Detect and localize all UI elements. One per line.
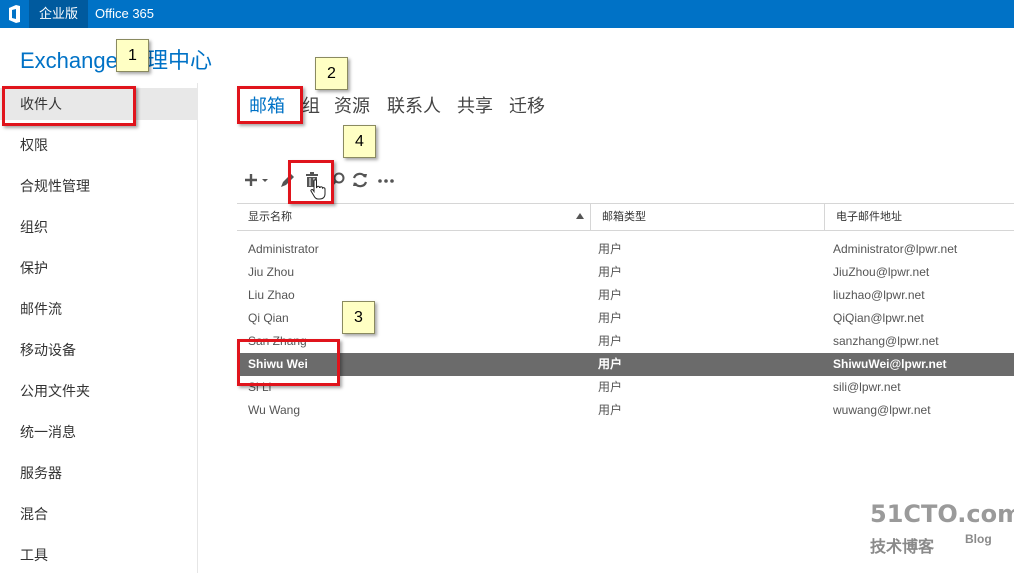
callout-step-2: 2 xyxy=(315,57,348,90)
sidebar-item-organization[interactable]: 组织 xyxy=(0,211,198,243)
top-bar: 企业版 Office 365 xyxy=(0,0,1014,28)
cell-mailbox-type: 用户 xyxy=(598,403,623,417)
table-row[interactable]: Si Li 用户 sili@lpwr.net xyxy=(237,376,1014,399)
column-header-label: 显示名称 xyxy=(248,211,292,223)
highlight-mailbox-tab xyxy=(237,86,303,124)
cell-mailbox-type: 用户 xyxy=(598,288,623,302)
watermark-sub: 技术博客 xyxy=(870,539,935,556)
tab-resources[interactable]: 资源 xyxy=(334,92,370,118)
cell-mailbox-type: 用户 xyxy=(598,242,623,256)
cell-display-name: Jiu Zhou xyxy=(248,265,295,279)
office-logo-icon[interactable] xyxy=(8,5,21,23)
sidebar-item-tools[interactable]: 工具 xyxy=(0,539,198,571)
watermark-blog: Blog xyxy=(965,532,992,546)
table-header: 显示名称 邮箱类型 电子邮件地址 xyxy=(237,203,1014,231)
cell-email: JiuZhou@lpwr.net xyxy=(833,265,930,279)
highlight-recipients xyxy=(2,86,136,126)
callout-step-1: 1 xyxy=(116,39,149,72)
sidebar-item-compliance[interactable]: 合规性管理 xyxy=(0,170,198,202)
cell-email: QiQian@lpwr.net xyxy=(833,311,924,325)
highlight-delete-button xyxy=(288,160,334,204)
sidebar-item-permissions[interactable]: 权限 xyxy=(0,129,198,161)
sort-ascending-icon xyxy=(576,213,584,219)
cell-email: wuwang@lpwr.net xyxy=(833,403,931,417)
column-header-mailbox-type[interactable]: 邮箱类型 xyxy=(591,204,825,230)
exchange-admin-center: 企业版 Office 365 Exchange 管理中心 收件人 权限 合规性管… xyxy=(0,0,1014,573)
cell-email: sanzhang@lpwr.net xyxy=(833,334,939,348)
tab-sharing[interactable]: 共享 xyxy=(457,92,493,118)
refresh-icon[interactable] xyxy=(350,168,370,192)
cell-display-name: Qi Qian xyxy=(248,311,289,325)
sidebar-item-protection[interactable]: 保护 xyxy=(0,252,198,284)
watermark-main: 51CTO.com xyxy=(870,500,1014,528)
tab-migration[interactable]: 迁移 xyxy=(509,92,545,118)
cell-mailbox-type: 用户 xyxy=(598,380,623,394)
cell-email: Administrator@lpwr.net xyxy=(833,242,958,256)
sidebar-item-public-folders[interactable]: 公用文件夹 xyxy=(0,375,198,407)
sidebar-item-mail-flow[interactable]: 邮件流 xyxy=(0,293,198,325)
cell-mailbox-type: 用户 xyxy=(598,357,623,371)
cell-display-name: Administrator xyxy=(248,242,319,256)
cell-mailbox-type: 用户 xyxy=(598,311,623,325)
sidebar-item-servers[interactable]: 服务器 xyxy=(0,457,198,489)
cell-mailbox-type: 用户 xyxy=(598,334,623,348)
column-header-email[interactable]: 电子邮件地址 xyxy=(825,204,1014,230)
cell-email: ShiwuWei@lpwr.net xyxy=(833,357,947,371)
sidebar-item-mobile[interactable]: 移动设备 xyxy=(0,334,198,366)
table-row[interactable]: Administrator 用户 Administrator@lpwr.net xyxy=(237,238,1014,261)
tab-groups[interactable]: 组 xyxy=(302,92,320,118)
cell-display-name: Liu Zhao xyxy=(248,288,295,302)
more-icon[interactable] xyxy=(376,168,396,192)
callout-step-4: 4 xyxy=(343,125,376,158)
table-row-selected[interactable]: Shiwu Wei 用户 ShiwuWei@lpwr.net xyxy=(237,353,1014,376)
callout-step-3: 3 xyxy=(342,301,375,334)
cell-display-name: Wu Wang xyxy=(248,403,301,417)
office365-link[interactable]: Office 365 xyxy=(95,0,154,28)
table-row[interactable]: Wu Wang 用户 wuwang@lpwr.net xyxy=(237,399,1014,422)
enterprise-tab[interactable]: 企业版 xyxy=(29,0,89,28)
table-row[interactable]: Jiu Zhou 用户 JiuZhou@lpwr.net xyxy=(237,261,1014,284)
sidebar-item-hybrid[interactable]: 混合 xyxy=(0,498,198,530)
tab-contacts[interactable]: 联系人 xyxy=(387,92,441,118)
column-header-display-name[interactable]: 显示名称 xyxy=(237,204,591,230)
highlight-selected-user xyxy=(237,339,340,386)
cell-mailbox-type: 用户 xyxy=(598,265,623,279)
sidebar-item-unified-messaging[interactable]: 统一消息 xyxy=(0,416,198,448)
cell-email: liuzhao@lpwr.net xyxy=(833,288,925,302)
cell-email: sili@lpwr.net xyxy=(833,380,901,394)
add-icon[interactable] xyxy=(243,168,273,192)
left-navigation: 收件人 权限 合规性管理 组织 保护 邮件流 移动设备 公用文件夹 统一消息 服… xyxy=(0,83,198,573)
watermark: 51CTO.com 技术博客 Blog xyxy=(870,500,1014,560)
